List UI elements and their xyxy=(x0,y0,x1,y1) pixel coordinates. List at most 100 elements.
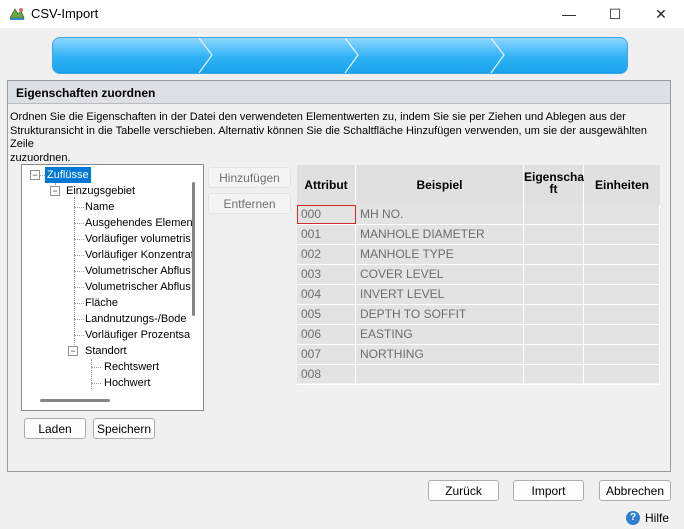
tree-connector xyxy=(74,239,84,240)
attribute-cell[interactable]: 006 xyxy=(297,325,356,345)
attribute-cell[interactable]: 001 xyxy=(297,225,356,245)
panel-header: Eigenschaften zuordnen xyxy=(8,81,670,104)
tree-item[interactable]: Rechtswert xyxy=(104,359,159,375)
example-cell[interactable]: DEPTH TO SOFFIT xyxy=(356,305,524,325)
cancel-button[interactable]: Abbrechen xyxy=(599,480,671,501)
table-row[interactable]: 005 DEPTH TO SOFFIT xyxy=(297,305,660,325)
property-cell[interactable] xyxy=(524,225,584,245)
example-cell[interactable]: COVER LEVEL xyxy=(356,265,524,285)
help-icon[interactable]: ? xyxy=(626,511,640,525)
tree-connector xyxy=(74,271,84,272)
property-cell[interactable] xyxy=(524,285,584,305)
units-cell[interactable] xyxy=(584,345,660,365)
table-row[interactable]: 004 INVERT LEVEL xyxy=(297,285,660,305)
units-cell[interactable] xyxy=(584,245,660,265)
tree-item[interactable]: Volumetrischer Abflus xyxy=(85,263,191,279)
window-title: CSV-Import xyxy=(31,6,99,21)
tree-connector xyxy=(74,287,84,288)
tree-vertical-scrollbar[interactable] xyxy=(192,182,195,316)
back-button[interactable]: Zurück xyxy=(428,480,499,501)
property-cell[interactable] xyxy=(524,345,584,365)
column-header-example[interactable]: Beispiel xyxy=(356,165,524,205)
tree-item[interactable]: Volumetrischer Abflus xyxy=(85,279,191,295)
units-cell[interactable] xyxy=(584,325,660,345)
tree-item[interactable]: Vorläufiger volumetris xyxy=(85,231,191,247)
units-cell[interactable] xyxy=(584,365,660,385)
units-cell[interactable] xyxy=(584,305,660,325)
property-cell[interactable] xyxy=(524,205,584,225)
property-cell[interactable] xyxy=(524,365,584,385)
collapse-icon[interactable]: − xyxy=(68,346,78,356)
tree-connector xyxy=(74,197,75,351)
column-header-units[interactable]: Einheiten xyxy=(584,165,660,205)
tree-item[interactable]: Vorläufiger Konzentrat xyxy=(85,247,194,263)
table-row[interactable]: 008 xyxy=(297,365,660,385)
property-cell[interactable] xyxy=(524,305,584,325)
table-row[interactable]: 007 NORTHING xyxy=(297,345,660,365)
tree-connector xyxy=(91,383,101,384)
example-cell[interactable]: MH NO. xyxy=(356,205,524,225)
units-cell[interactable] xyxy=(584,285,660,305)
help-link[interactable]: Hilfe xyxy=(645,511,669,525)
attribute-cell[interactable]: 002 xyxy=(297,245,356,265)
tree-item-subgroup[interactable]: Standort xyxy=(85,343,127,359)
tree-connector xyxy=(74,223,84,224)
attribute-cell[interactable]: 004 xyxy=(297,285,356,305)
import-button[interactable]: Import xyxy=(513,480,584,501)
tree-item[interactable]: Ausgehendes Elemen xyxy=(85,215,193,231)
minimize-icon: — xyxy=(562,6,576,22)
tree-item-group[interactable]: Einzugsgebiet xyxy=(66,183,135,199)
collapse-icon[interactable]: − xyxy=(30,170,40,180)
selected-cell-highlight xyxy=(297,205,356,224)
chevron-right-icon xyxy=(344,38,359,73)
table-row[interactable]: 006 EASTING xyxy=(297,325,660,345)
tree-connector xyxy=(74,335,84,336)
tree-connector xyxy=(74,319,84,320)
maximize-button[interactable]: ☐ xyxy=(592,0,638,28)
table-row[interactable]: 002 MANHOLE TYPE xyxy=(297,245,660,265)
collapse-icon[interactable]: − xyxy=(50,186,60,196)
mapping-table[interactable]: Attribut Beispiel Eigenscha ft Einheiten… xyxy=(297,165,660,385)
example-cell[interactable]: EASTING xyxy=(356,325,524,345)
example-cell[interactable]: MANHOLE TYPE xyxy=(356,245,524,265)
chevron-right-icon xyxy=(490,38,505,73)
units-cell[interactable] xyxy=(584,225,660,245)
attribute-cell[interactable]: 003 xyxy=(297,265,356,285)
add-button[interactable]: Hinzufügen xyxy=(208,167,291,188)
attribute-cell[interactable]: 005 xyxy=(297,305,356,325)
example-cell[interactable]: MANHOLE DIAMETER xyxy=(356,225,524,245)
title-bar: CSV-Import — ☐ ✕ xyxy=(0,0,684,28)
column-header-property-line: ft xyxy=(549,182,558,196)
minimize-button[interactable]: — xyxy=(546,0,592,28)
tree-connector xyxy=(91,359,92,389)
attribute-cell[interactable]: 007 xyxy=(297,345,356,365)
example-cell[interactable]: NORTHING xyxy=(356,345,524,365)
example-cell[interactable]: INVERT LEVEL xyxy=(356,285,524,305)
instructions-line: Strukturansicht in die Tabelle verschieb… xyxy=(10,124,647,151)
column-header-property[interactable]: Eigenscha ft xyxy=(524,165,584,205)
column-header-attribute[interactable]: Attribut xyxy=(297,165,356,205)
instructions-text: Ordnen Sie die Eigenschaften in der Date… xyxy=(10,111,670,165)
tree-item-root[interactable]: Zuflüsse xyxy=(45,167,91,183)
table-row[interactable]: 001 MANHOLE DIAMETER xyxy=(297,225,660,245)
tree-item[interactable]: Name xyxy=(85,199,114,215)
units-cell[interactable] xyxy=(584,205,660,225)
structure-tree[interactable]: − Zuflüsse − Einzugsgebiet Name Ausgehen… xyxy=(21,164,204,411)
close-button[interactable]: ✕ xyxy=(638,0,684,28)
remove-button[interactable]: Entfernen xyxy=(208,193,291,214)
load-button[interactable]: Laden xyxy=(24,418,86,439)
table-row[interactable]: 003 COVER LEVEL xyxy=(297,265,660,285)
tree-item[interactable]: Vorläufiger Prozentsa xyxy=(85,327,190,343)
save-button[interactable]: Speichern xyxy=(93,418,155,439)
property-cell[interactable] xyxy=(524,265,584,285)
tree-item[interactable]: Landnutzungs-/Bode xyxy=(85,311,187,327)
example-cell[interactable] xyxy=(356,365,524,385)
tree-connector xyxy=(74,303,84,304)
tree-horizontal-scrollbar[interactable] xyxy=(40,399,110,402)
tree-item[interactable]: Hochwert xyxy=(104,375,150,391)
units-cell[interactable] xyxy=(584,265,660,285)
property-cell[interactable] xyxy=(524,245,584,265)
attribute-cell[interactable]: 008 xyxy=(297,365,356,385)
tree-item[interactable]: Fläche xyxy=(85,295,118,311)
property-cell[interactable] xyxy=(524,325,584,345)
